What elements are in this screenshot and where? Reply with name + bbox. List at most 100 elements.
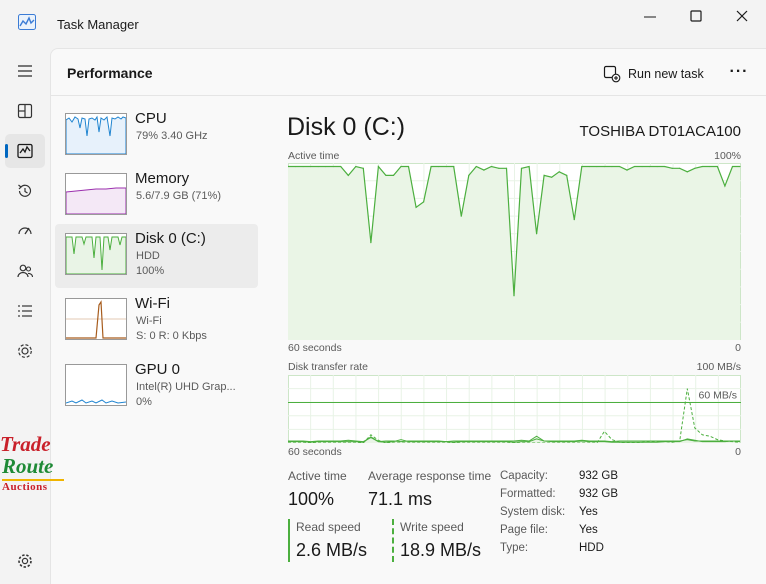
run-task-icon: [603, 65, 621, 83]
nav-app-history[interactable]: [5, 174, 45, 208]
active-time-point: [551, 176, 553, 178]
formatted-value: 932 GB: [579, 488, 618, 500]
title-bar: Task Manager: [0, 0, 766, 48]
active-time-point: [475, 165, 477, 168]
active-time-point: [340, 165, 342, 168]
window-title: Task Manager: [57, 17, 139, 32]
active-time-point: [513, 295, 515, 297]
active-time-point: [377, 165, 379, 168]
watermark-line2: Route: [2, 454, 54, 478]
active-time-point: [407, 165, 410, 168]
response-time-label: Average response time: [368, 469, 492, 483]
details-icon: [18, 305, 32, 317]
active-time-point: [302, 165, 304, 168]
nav-services[interactable]: [5, 334, 45, 368]
more-options-button[interactable]: ···: [727, 63, 751, 85]
device-stat: 79% 3.40 GHz: [136, 130, 208, 142]
active-time-point: [618, 165, 621, 168]
active-time-graph: [288, 163, 741, 340]
formatted-label: Formatted:: [500, 488, 556, 500]
transfer-graph-max: 100 MB/s: [696, 361, 741, 373]
services-icon: [18, 344, 32, 358]
detail-title: Disk 0 (C:): [287, 113, 406, 141]
users-icon: [17, 264, 34, 278]
active-time-point: [460, 215, 462, 217]
read-speed-value: 2.6 MB/s: [296, 540, 368, 560]
watermark-line3: Auctions: [2, 481, 48, 493]
device-stat: 0%: [136, 396, 152, 408]
nav-menu-button[interactable]: [5, 54, 45, 88]
device-model: Intel(R) UHD Grap...: [136, 381, 236, 393]
active-time-point: [423, 201, 425, 203]
device-item-gpu[interactable]: GPU 0 Intel(R) UHD Grap... 0%: [55, 355, 258, 419]
close-icon: [736, 10, 748, 22]
active-time-point: [694, 167, 696, 169]
device-item-cpu[interactable]: CPU 79% 3.40 GHz: [55, 104, 258, 168]
maximize-button[interactable]: [674, 6, 718, 28]
cpu-thumbnail-graph: [65, 113, 127, 155]
header-divider: [51, 95, 766, 96]
active-time-point: [317, 165, 319, 168]
active-time-point: [581, 165, 583, 168]
active-time-point: [438, 165, 440, 168]
nav-processes[interactable]: [5, 94, 45, 128]
active-time-point: [641, 165, 643, 168]
device-type: HDD: [136, 250, 160, 262]
active-time-point: [453, 165, 455, 168]
active-time-point: [505, 167, 508, 169]
active-time-point: [731, 165, 734, 168]
write-speed-indicator: [392, 519, 394, 562]
disk-thumbnail-graph: [65, 233, 127, 275]
active-time-point: [332, 165, 334, 168]
page-title: Performance: [67, 65, 153, 81]
device-name: Memory: [135, 170, 190, 187]
device-name: Wi-Fi: [135, 295, 170, 312]
device-name: GPU 0: [135, 361, 181, 378]
active-time-point: [536, 233, 538, 235]
active-time-point: [543, 174, 545, 176]
device-name: Disk 0 (C:): [135, 230, 206, 247]
active-time-point: [325, 165, 327, 168]
startup-apps-icon: [18, 227, 32, 235]
active-time-graph-xright: 0: [735, 342, 741, 354]
active-time-point: [415, 206, 417, 208]
minimize-button[interactable]: [628, 6, 672, 28]
nav-details[interactable]: [5, 294, 45, 328]
response-time-value: 71.1 ms: [368, 489, 433, 509]
active-indicator: [5, 144, 8, 158]
settings-icon: [18, 554, 32, 568]
gpu-thumbnail-graph: [65, 364, 127, 406]
device-item-disk[interactable]: Disk 0 (C:) HDD 100%: [55, 224, 258, 288]
active-time-point: [430, 165, 432, 168]
write-speed-label: Write speed: [400, 520, 464, 534]
device-item-wifi[interactable]: Wi-Fi Wi-Fi S: 0 R: 0 Kbps: [55, 289, 258, 353]
read-speed-label: Read speed: [296, 520, 361, 534]
minimize-icon: [644, 16, 656, 18]
nav-performance[interactable]: [5, 134, 45, 168]
active-time-point: [528, 165, 530, 168]
nav-users[interactable]: [5, 254, 45, 288]
hamburger-icon: [18, 65, 32, 77]
close-button[interactable]: [720, 6, 764, 28]
task-manager-app-icon: [18, 14, 36, 30]
active-time-point: [520, 167, 523, 169]
active-time-graph-xleft: 60 seconds: [288, 342, 342, 354]
reference-line-label: 60 MB/s: [698, 390, 737, 402]
nav-startup-apps[interactable]: [5, 214, 45, 248]
active-time-point: [626, 169, 628, 171]
device-item-memory[interactable]: Memory 5.6/7.9 GB (71%): [55, 164, 258, 228]
navigation-rail: [0, 48, 50, 583]
active-time-point: [294, 165, 297, 168]
system-disk-value: Yes: [579, 506, 598, 518]
active-time-point: [498, 167, 500, 169]
active-time-point: [400, 165, 402, 168]
active-time-point: [588, 165, 590, 168]
active-time-point: [385, 174, 387, 176]
nav-settings[interactable]: [5, 544, 45, 578]
page-file-value: Yes: [579, 524, 598, 536]
active-time-point: [468, 174, 470, 176]
transfer-graph-xleft: 60 seconds: [288, 446, 342, 458]
active-time-point: [347, 174, 349, 176]
processes-icon: [17, 103, 33, 119]
active-time-point: [445, 165, 447, 168]
